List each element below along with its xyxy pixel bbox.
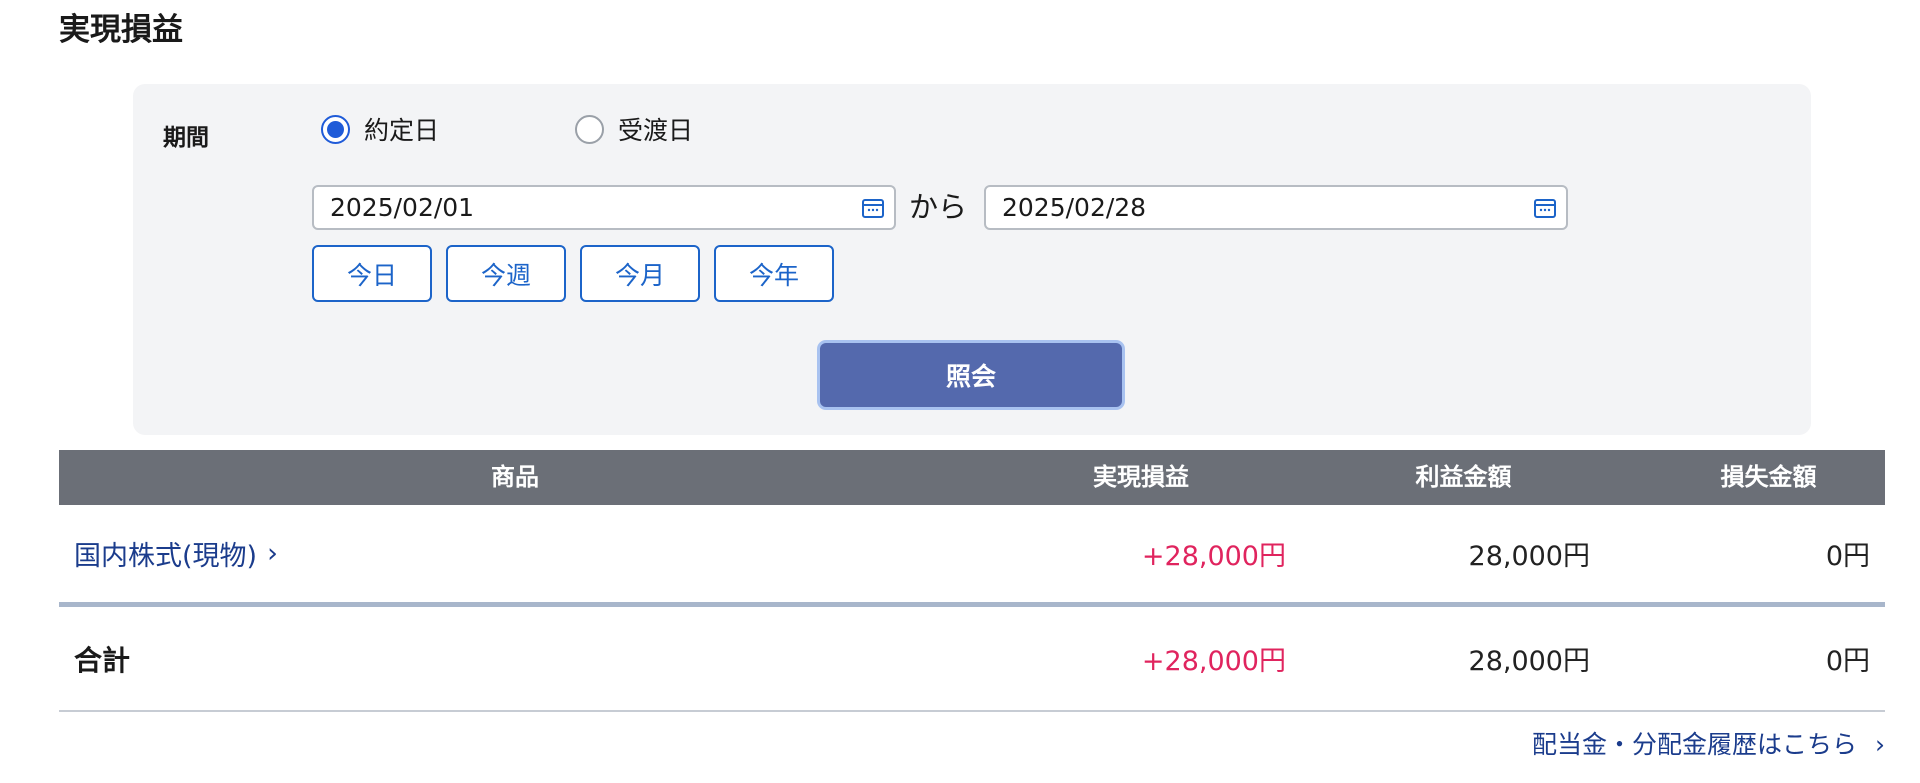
radio-trade-date-label: 約定日 (364, 116, 440, 145)
total-realized-pl-value: +28,000円 (1141, 646, 1286, 677)
dividend-history-link[interactable]: 配当金・分配金履歴はこちら › (1532, 725, 1885, 761)
radio-checked-icon[interactable] (321, 114, 350, 144)
header-profit: 利益金額 (1415, 463, 1512, 491)
calendar-icon[interactable] (862, 198, 884, 218)
page-title: 実現損益 (59, 12, 183, 48)
this-month-button[interactable]: 今月 (580, 245, 700, 302)
today-button[interactable]: 今日 (312, 245, 432, 302)
loss-value: 0円 (1825, 541, 1870, 572)
profit-value: 28,000円 (1468, 541, 1590, 572)
total-row: 合計 +28,000円 28,000円 0円 (59, 607, 1885, 712)
total-label: 合計 (74, 643, 131, 677)
product-name[interactable]: 国内株式(現物) (74, 534, 257, 573)
this-year-button[interactable]: 今年 (714, 245, 834, 302)
calendar-icon[interactable] (1534, 198, 1556, 218)
date-from-input[interactable]: 2025/02/01 (312, 185, 896, 230)
dividend-history-label[interactable]: 配当金・分配金履歴はこちら (1532, 730, 1857, 759)
filter-panel: 期間 約定日 受渡日 2025/02/01 から 2025/02/28 今日 今… (133, 84, 1811, 435)
radio-unchecked-icon[interactable] (575, 114, 604, 144)
table-header: 商品 実現損益 利益金額 損失金額 (59, 450, 1885, 505)
radio-trade-date[interactable]: 約定日 (321, 111, 439, 147)
date-to-input[interactable]: 2025/02/28 (984, 185, 1568, 230)
header-product: 商品 (491, 463, 539, 491)
realized-pl-table: 商品 実現損益 利益金額 損失金額 国内株式(現物) › +28,000円 28… (59, 450, 1885, 712)
product-link[interactable]: 国内株式(現物) › (74, 505, 278, 602)
table-row: 国内株式(現物) › +28,000円 28,000円 0円 (59, 505, 1885, 607)
total-loss-value: 0円 (1825, 646, 1870, 677)
radio-settlement-date[interactable]: 受渡日 (575, 111, 693, 147)
header-loss: 損失金額 (1720, 463, 1817, 491)
realized-pl-value: +28,000円 (1141, 541, 1286, 572)
radio-settlement-date-label: 受渡日 (618, 116, 694, 145)
period-label: 期間 (163, 125, 209, 151)
this-week-button[interactable]: 今週 (446, 245, 566, 302)
chevron-right-icon[interactable]: › (267, 538, 278, 569)
total-profit-value: 28,000円 (1468, 646, 1590, 677)
date-from-value: 2025/02/01 (330, 193, 475, 222)
from-connector: から (909, 190, 968, 224)
search-button[interactable]: 照会 (820, 343, 1122, 407)
date-to-value: 2025/02/28 (1002, 193, 1147, 222)
header-realized-pl: 実現損益 (1093, 463, 1189, 491)
chevron-right-icon[interactable]: › (1875, 730, 1885, 759)
